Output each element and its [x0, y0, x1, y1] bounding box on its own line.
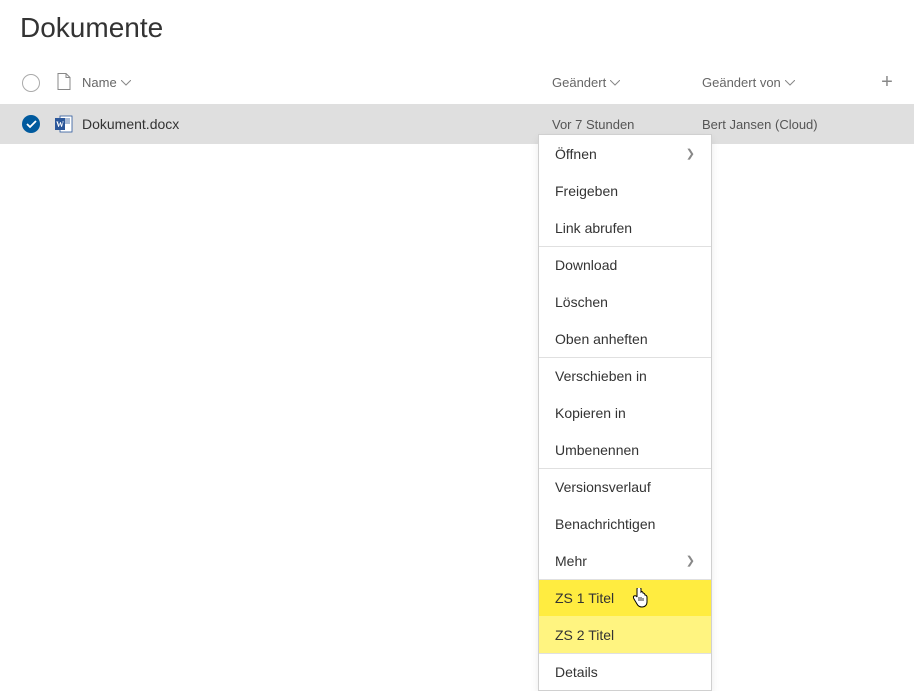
chevron-right-icon: ❯ — [686, 147, 695, 160]
column-header-modified-label: Geändert — [552, 75, 606, 90]
menu-item-notify-label: Benachrichtigen — [555, 516, 655, 532]
menu-item-notify[interactable]: Benachrichtigen — [539, 505, 711, 542]
column-header-name-label: Name — [82, 75, 117, 90]
menu-item-delete-label: Löschen — [555, 294, 608, 310]
column-header-modified[interactable]: Geändert — [552, 75, 702, 90]
chevron-down-icon — [610, 80, 620, 86]
menu-item-share-label: Freigeben — [555, 183, 618, 199]
menu-item-share[interactable]: Freigeben — [539, 172, 711, 209]
list-header-row: Name Geändert Geändert von + — [0, 62, 914, 104]
menu-item-zs2[interactable]: ZS 2 Titel — [539, 616, 711, 653]
column-header-name[interactable]: Name — [78, 75, 552, 90]
menu-item-moveto[interactable]: Verschieben in — [539, 357, 711, 394]
menu-item-zs2-label: ZS 2 Titel — [555, 627, 614, 643]
column-header-modifiedby[interactable]: Geändert von — [702, 75, 872, 90]
svg-text:W: W — [56, 120, 64, 129]
file-modified: Vor 7 Stunden — [552, 117, 702, 132]
file-type-icon — [57, 73, 71, 93]
menu-item-download-label: Download — [555, 257, 617, 273]
menu-item-copyto[interactable]: Kopieren in — [539, 394, 711, 431]
page-title: Dokumente — [0, 0, 914, 62]
chevron-right-icon: ❯ — [686, 554, 695, 567]
menu-item-zs1[interactable]: ZS 1 Titel — [539, 579, 711, 616]
column-header-modifiedby-label: Geändert von — [702, 75, 781, 90]
menu-item-rename[interactable]: Umbenennen — [539, 431, 711, 468]
add-column-button[interactable]: + — [881, 71, 893, 94]
word-file-icon: W — [55, 115, 73, 133]
menu-item-open[interactable]: Öffnen ❯ — [539, 135, 711, 172]
menu-item-download[interactable]: Download — [539, 246, 711, 283]
menu-item-versionhistory[interactable]: Versionsverlauf — [539, 468, 711, 505]
chevron-down-icon — [785, 80, 795, 86]
menu-item-delete[interactable]: Löschen — [539, 283, 711, 320]
select-all-checkbox[interactable] — [22, 74, 40, 92]
menu-item-copyto-label: Kopieren in — [555, 405, 626, 421]
file-name[interactable]: Dokument.docx — [78, 116, 552, 132]
chevron-down-icon — [121, 80, 131, 86]
row-checkbox-checked[interactable] — [22, 115, 40, 133]
menu-item-getlink-label: Link abrufen — [555, 220, 632, 236]
file-modified-by: Bert Jansen (Cloud) — [702, 117, 872, 132]
menu-item-versionhistory-label: Versionsverlauf — [555, 479, 651, 495]
menu-item-rename-label: Umbenennen — [555, 442, 639, 458]
menu-item-open-label: Öffnen — [555, 146, 597, 162]
menu-item-details[interactable]: Details — [539, 653, 711, 690]
menu-item-more[interactable]: Mehr ❯ — [539, 542, 711, 579]
menu-item-pintop[interactable]: Oben anheften — [539, 320, 711, 357]
menu-item-more-label: Mehr — [555, 553, 587, 569]
menu-item-pintop-label: Oben anheften — [555, 331, 648, 347]
table-row[interactable]: W Dokument.docx Vor 7 Stunden Bert Janse… — [0, 104, 914, 144]
menu-item-details-label: Details — [555, 664, 598, 680]
menu-item-moveto-label: Verschieben in — [555, 368, 647, 384]
context-menu: Öffnen ❯ Freigeben Link abrufen Download… — [538, 134, 712, 691]
menu-item-zs1-label: ZS 1 Titel — [555, 590, 614, 606]
menu-item-getlink[interactable]: Link abrufen — [539, 209, 711, 246]
